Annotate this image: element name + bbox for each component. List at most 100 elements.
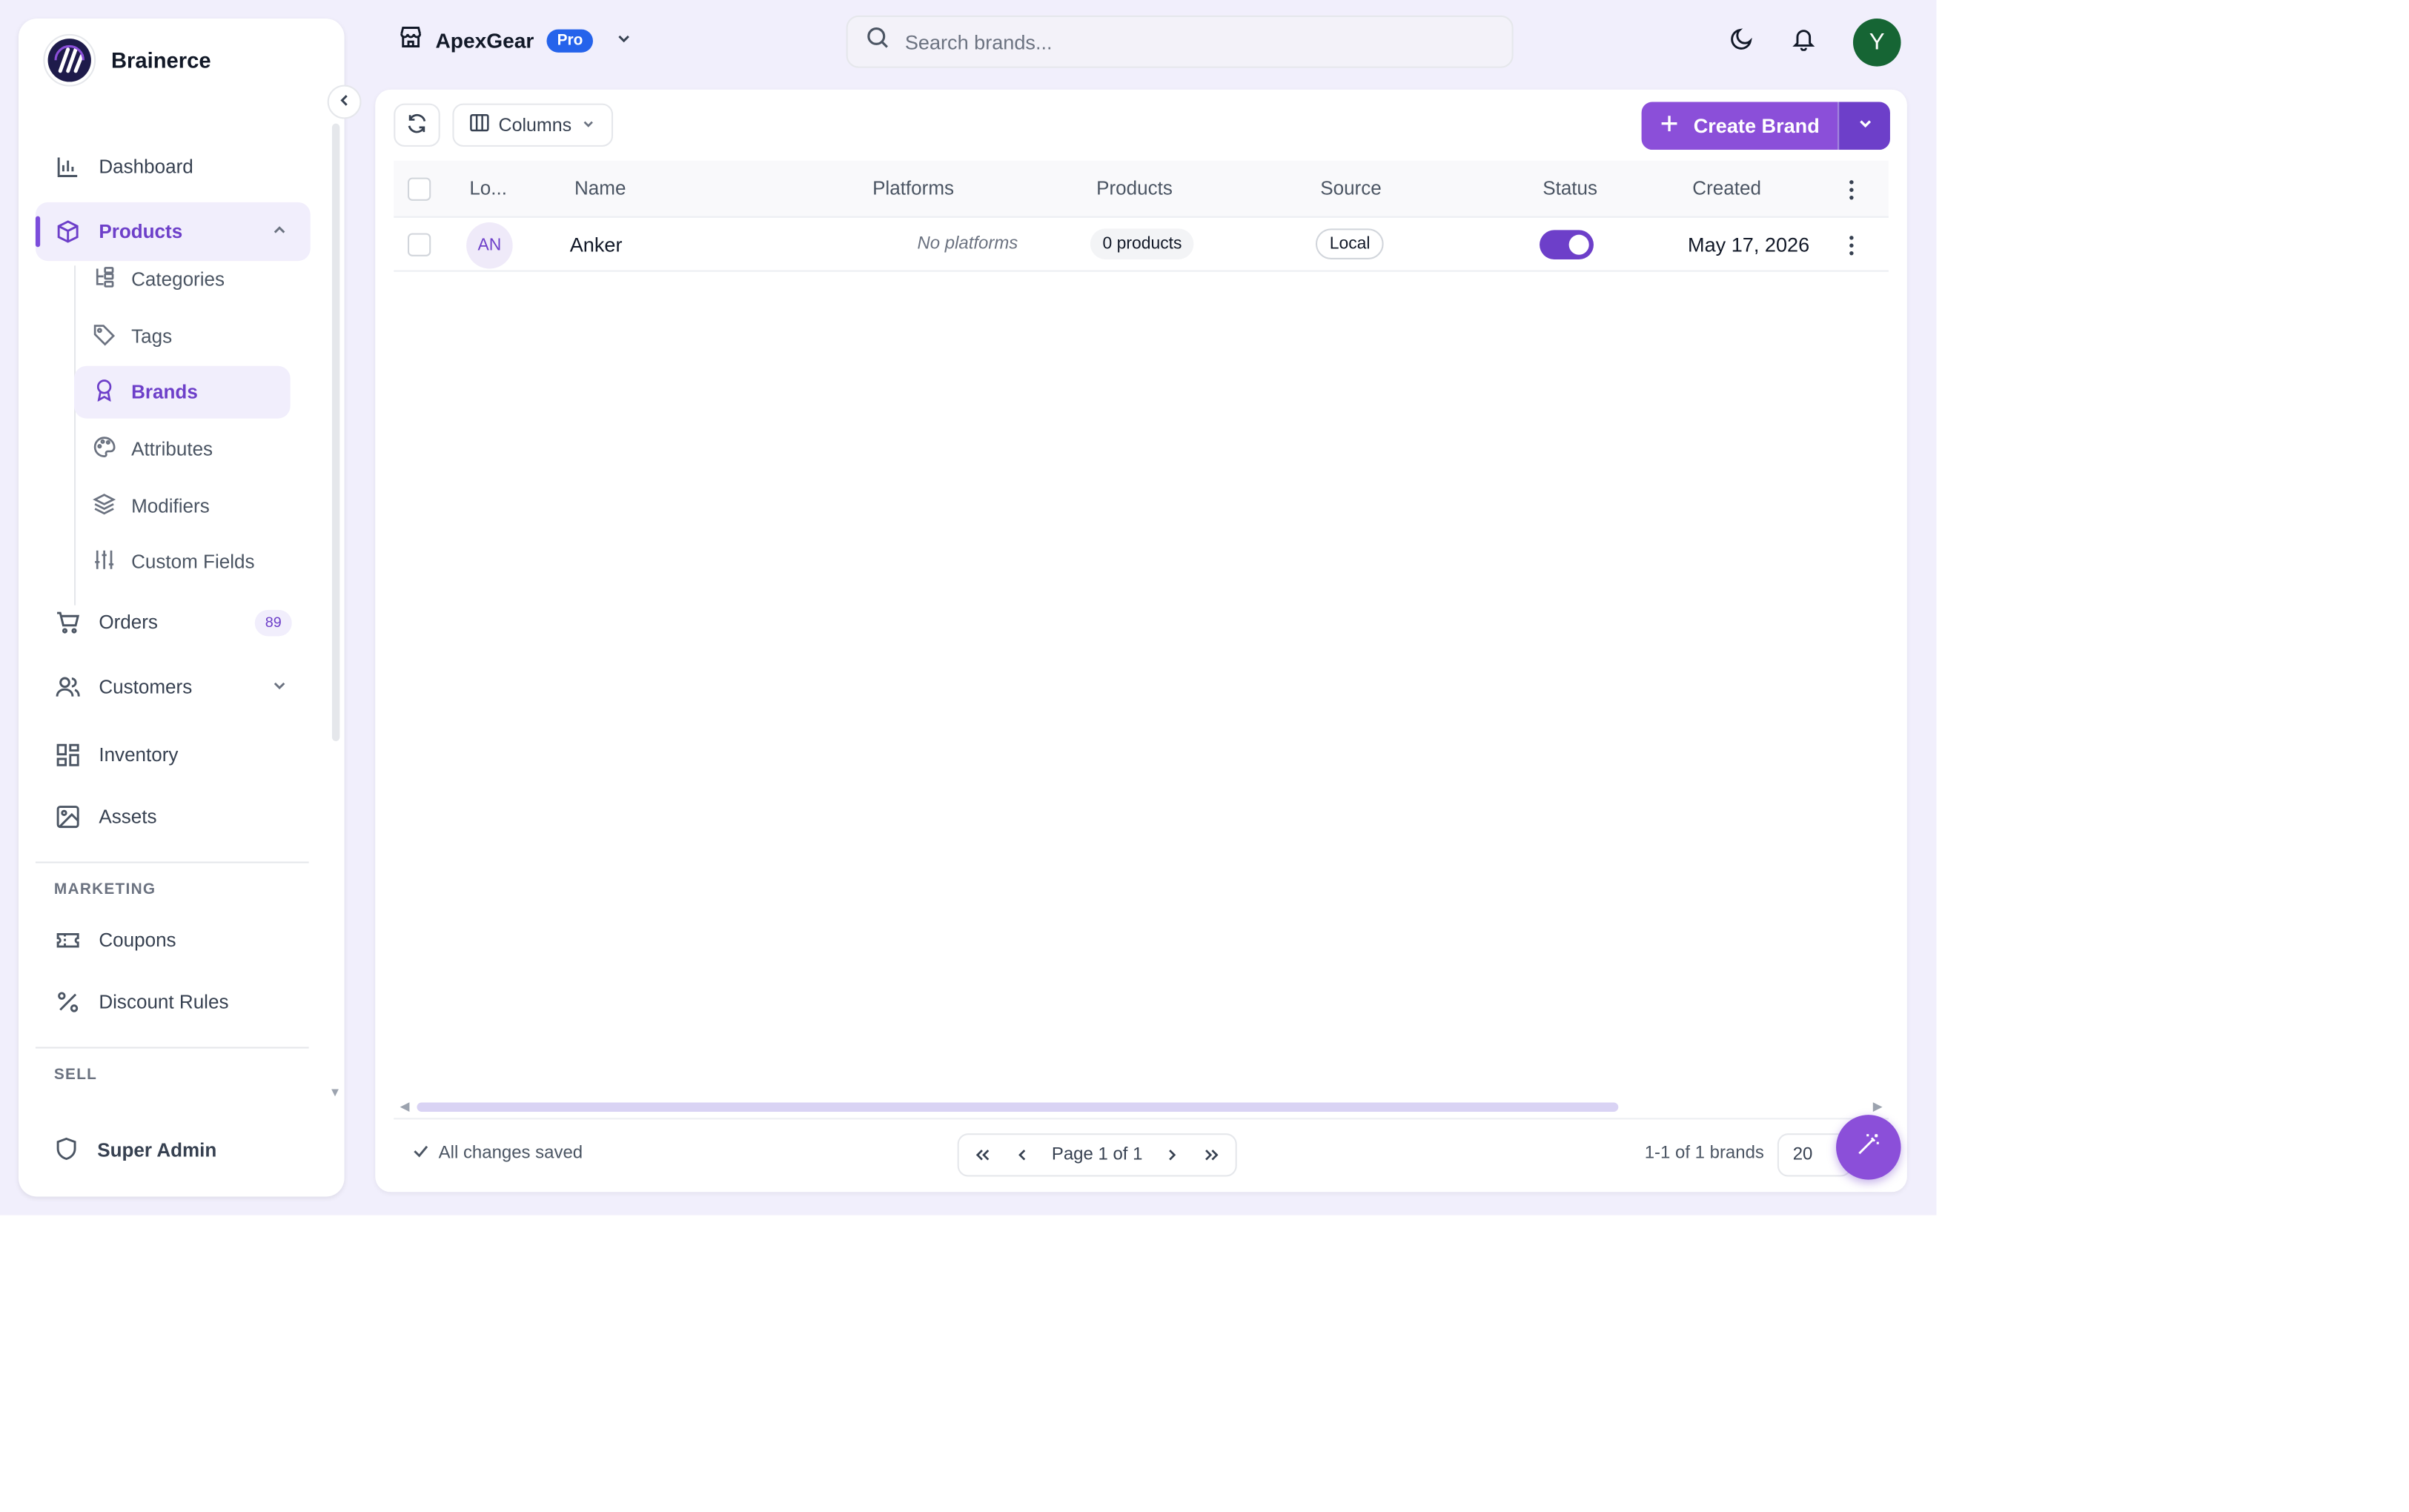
sidebar-footer-user-label: Super Admin (97, 1139, 217, 1161)
sidebar-item-categories[interactable]: Categories (74, 253, 291, 306)
sidebar-item-orders[interactable]: Orders 89 (36, 593, 311, 651)
bar-chart-icon (56, 154, 80, 179)
columns-button[interactable]: Columns (452, 103, 614, 147)
chevron-down-icon (271, 676, 289, 699)
sidebar-item-inventory[interactable]: Inventory (36, 726, 311, 784)
ai-magic-button[interactable] (1836, 1115, 1901, 1180)
refresh-button[interactable] (394, 103, 440, 147)
platforms-cell: No platforms (917, 234, 1018, 253)
sidebar-item-dashboard[interactable]: Dashboard (36, 137, 311, 196)
plan-badge: Pro (546, 29, 594, 53)
column-header-created[interactable]: Created (1692, 178, 1761, 199)
columns-icon (469, 113, 489, 137)
scroll-down-arrow-icon[interactable]: ▼ (329, 1086, 342, 1100)
sidebar-item-label: Customers (99, 676, 193, 698)
plus-icon (1660, 114, 1678, 137)
sidebar-item-label: Orders (99, 611, 158, 634)
sidebar-item-customers[interactable]: Customers (36, 657, 311, 716)
grid-icon (56, 743, 80, 767)
collapse-sidebar-button[interactable] (327, 84, 362, 119)
scroll-right-arrow-icon[interactable]: ▶ (1873, 1099, 1883, 1113)
sidebar-item-brands[interactable]: Brands (73, 365, 291, 419)
sidebar-subitem-label: Categories (131, 268, 225, 291)
sidebar-item-label: Discount Rules (99, 991, 229, 1013)
page-indicator: Page 1 of 1 (1051, 1145, 1143, 1164)
sliders-icon (93, 548, 116, 576)
sidebar-item-attributes[interactable]: Attributes (74, 423, 291, 476)
store-switcher[interactable]: ApexGear Pro (398, 24, 634, 57)
footer-divider (394, 1118, 1889, 1120)
brand-name-cell[interactable]: Anker (570, 233, 623, 256)
sidebar-item-label: Dashboard (99, 156, 193, 178)
sidebar-footer-user[interactable]: Super Admin (19, 1127, 345, 1173)
dark-mode-toggle[interactable] (1726, 26, 1757, 57)
search-input[interactable] (904, 30, 1492, 53)
column-header-name[interactable]: Name (574, 178, 626, 199)
sidebar-item-tags[interactable]: Tags (74, 311, 291, 363)
sidebar-scrollbar[interactable] (331, 123, 340, 741)
check-icon (412, 1143, 429, 1164)
prev-page-button[interactable] (1012, 1144, 1033, 1166)
section-label-sell: SELL (53, 1067, 98, 1084)
column-header-status[interactable]: Status (1543, 178, 1597, 199)
chevron-down-icon (615, 27, 634, 54)
award-icon (93, 378, 116, 405)
refresh-icon (406, 112, 428, 138)
orders-count-badge: 89 (254, 609, 292, 637)
pagination: Page 1 of 1 (957, 1133, 1237, 1177)
chevron-up-icon (271, 221, 289, 244)
create-brand-label: Create Brand (1693, 114, 1820, 138)
create-brand-button[interactable]: Create Brand (1641, 102, 1838, 150)
first-page-button[interactable] (971, 1144, 993, 1166)
column-header-platforms[interactable]: Platforms (872, 178, 954, 199)
sidebar-divider (35, 861, 309, 863)
brand-logo-placeholder: AN (466, 222, 513, 269)
scrollbar-thumb[interactable] (417, 1102, 1619, 1112)
sidebar-item-label: Inventory (99, 744, 179, 766)
column-header-source[interactable]: Source (1320, 178, 1382, 199)
created-date-cell: May 17, 2026 (1688, 233, 1810, 256)
chevron-down-icon (581, 114, 597, 136)
sidebar-item-coupons[interactable]: Coupons (36, 911, 311, 969)
column-header-products[interactable]: Products (1096, 178, 1173, 199)
status-toggle[interactable] (1540, 230, 1594, 259)
next-page-button[interactable] (1161, 1144, 1182, 1166)
row-actions-kebab-icon[interactable] (1839, 233, 1863, 258)
notifications-button[interactable] (1788, 26, 1819, 57)
ticket-icon (56, 928, 80, 952)
section-label-marketing: MARKETING (53, 881, 156, 899)
bell-icon (1792, 25, 1816, 58)
brand[interactable]: Brainerce (43, 33, 211, 87)
row-checkbox[interactable] (407, 233, 431, 256)
percent-icon (56, 989, 80, 1014)
source-badge: Local (1315, 228, 1385, 259)
brands-panel: Columns Create Brand Lo... Name Platform… (375, 89, 1907, 1193)
sidebar-item-discount-rules[interactable]: Discount Rules (36, 972, 311, 1031)
layers-icon (93, 493, 116, 520)
columns-label: Columns (498, 114, 572, 136)
horizontal-scrollbar[interactable]: ◀ ▶ (400, 1099, 1883, 1113)
sidebar-item-custom-fields[interactable]: Custom Fields (74, 536, 291, 588)
sidebar-item-label: Coupons (99, 929, 176, 952)
select-all-checkbox[interactable] (407, 177, 431, 201)
column-options-kebab-icon[interactable] (1839, 178, 1863, 202)
sidebar-subitem-label: Attributes (131, 438, 213, 460)
table-row[interactable]: AN Anker No platforms 0 products Local M… (394, 218, 1889, 272)
cart-icon (56, 610, 80, 634)
table-header: Lo... Name Platforms Products Source Sta… (394, 160, 1889, 218)
tag-icon (93, 322, 116, 350)
tree-icon (93, 265, 116, 293)
scroll-left-arrow-icon[interactable]: ◀ (400, 1099, 410, 1113)
sidebar-subitem-label: Brands (131, 381, 198, 403)
palette-icon (93, 435, 116, 462)
column-header-logo[interactable]: Lo... (469, 178, 507, 199)
last-page-button[interactable] (1202, 1144, 1223, 1166)
sidebar-item-products[interactable]: Products (35, 202, 311, 262)
sidebar-divider (35, 1047, 309, 1049)
sidebar-item-modifiers[interactable]: Modifiers (74, 480, 291, 533)
chevron-left-icon (337, 88, 352, 116)
search-bar[interactable] (846, 15, 1514, 68)
user-avatar[interactable]: Y (1852, 18, 1901, 67)
create-brand-dropdown-button[interactable] (1838, 102, 1890, 150)
sidebar-item-assets[interactable]: Assets (36, 787, 311, 846)
